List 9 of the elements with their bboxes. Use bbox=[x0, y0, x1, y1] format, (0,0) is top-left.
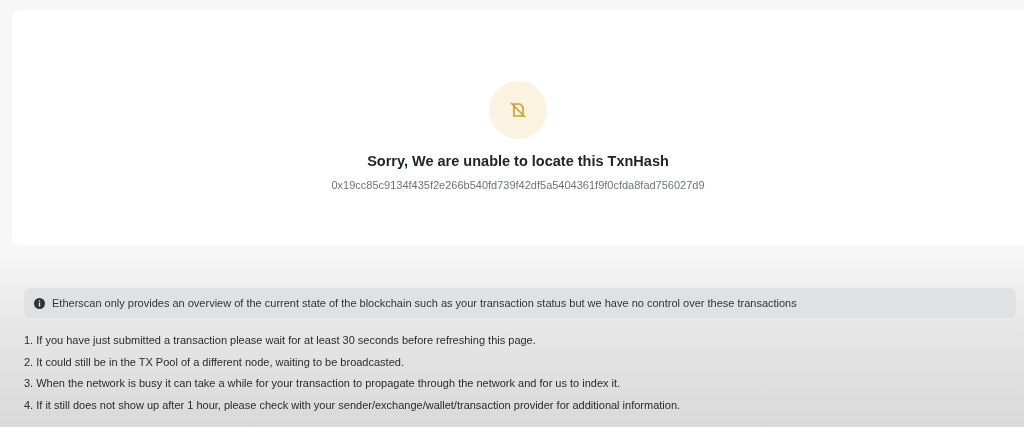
transaction-hash: 0x19cc85c9134f435f2e266b540fd739f42df5a5404361f9f0cfda8fad756027d9 bbox=[331, 179, 705, 191]
info-icon bbox=[34, 297, 45, 309]
file-off-icon bbox=[509, 101, 527, 119]
tip-text: 2. It could still be in the TX Pool of a different node, waiting to be broadcasted. bbox=[24, 354, 405, 370]
error-title: Sorry, We are unable to locate this TxnHash bbox=[367, 153, 669, 169]
tip-text: 1. If you have just submitted a transaction please wait for at least 30 seconds before refreshing this page. bbox=[24, 333, 537, 348]
notice-text: Etherscan only provides an overview of the current state of the blockchain such as your transaction status but we have no control over these transactions bbox=[52, 297, 797, 309]
tip-text: 4. If it still does not show up after 1 hour, please check with your sender/exchange/wallet/transaction provider for additional information. bbox=[24, 397, 682, 413]
tip-text: 3. When the network is busy it can take a while for your transaction to propagate through the network and for us to index it. bbox=[24, 376, 622, 391]
